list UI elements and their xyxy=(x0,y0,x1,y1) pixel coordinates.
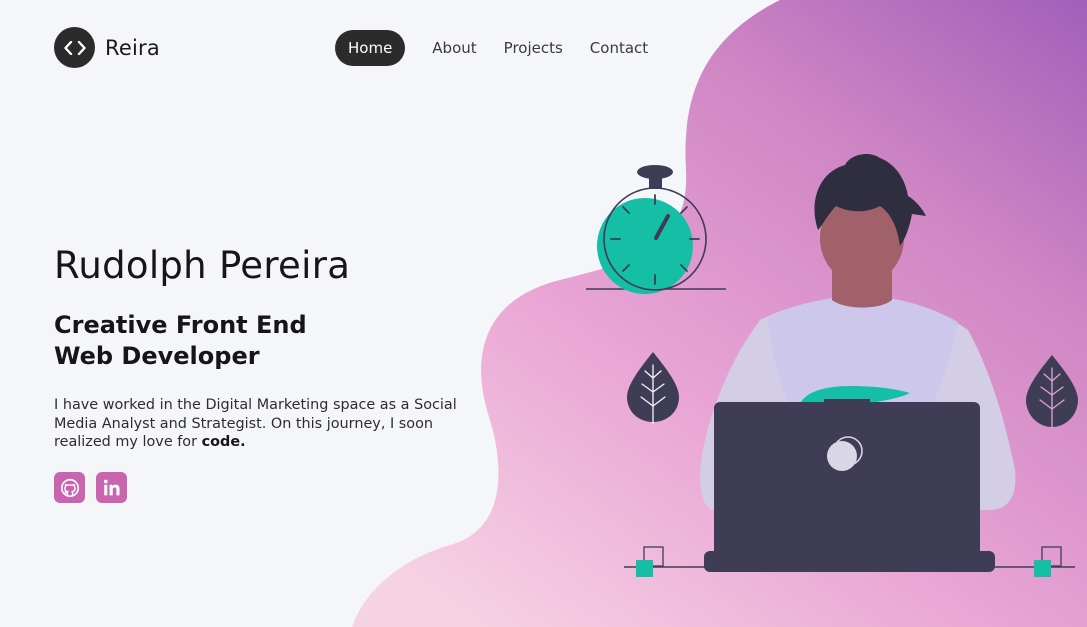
nav-item-home[interactable]: Home xyxy=(335,30,406,66)
nav-item-about[interactable]: About xyxy=(419,30,489,66)
main-nav: Home About Projects Contact xyxy=(335,30,662,66)
hero-description: I have worked in the Digital Marketing s… xyxy=(54,396,474,452)
hero-description-text: I have worked in the Digital Marketing s… xyxy=(54,397,457,450)
github-icon xyxy=(60,478,79,497)
hero-role-line-2: Web Developer xyxy=(54,342,260,370)
brand-logo[interactable]: Reira xyxy=(54,27,160,68)
page: Reira Home About Projects Contact Rudolp… xyxy=(0,0,1087,627)
hero-role-line-1: Creative Front End xyxy=(54,311,307,339)
brand-name: Reira xyxy=(105,35,160,60)
hero-description-emphasis: code. xyxy=(201,434,246,450)
code-brackets-icon xyxy=(54,27,95,68)
linkedin-link[interactable] xyxy=(96,472,127,503)
linkedin-icon xyxy=(103,479,120,495)
hero-name: Rudolph Pereira xyxy=(54,244,351,287)
nav-item-contact[interactable]: Contact xyxy=(577,30,661,66)
hero-role: Creative Front End Web Developer xyxy=(54,310,374,372)
github-link[interactable] xyxy=(54,472,85,503)
social-links xyxy=(54,472,127,503)
nav-item-projects[interactable]: Projects xyxy=(491,30,576,66)
